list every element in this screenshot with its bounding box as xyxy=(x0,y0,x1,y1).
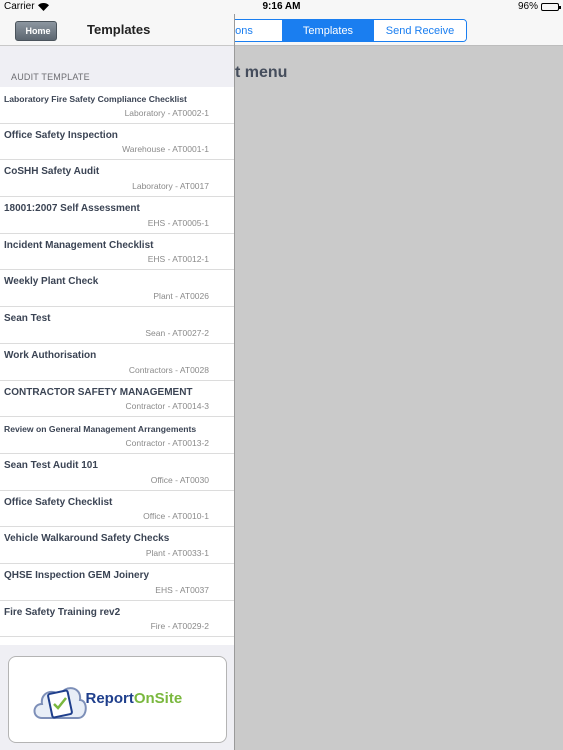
template-row[interactable]: Work Authorisation Contractors - AT0028 xyxy=(0,344,234,381)
template-title: Laboratory Fire Safety Compliance Checkl… xyxy=(4,94,187,104)
template-row[interactable]: Sean Test Sean - AT0027-2 xyxy=(0,307,234,344)
template-list: Laboratory Fire Safety Compliance Checkl… xyxy=(0,87,234,646)
template-row[interactable]: Sean Test Audit 101 Office - AT0030 xyxy=(0,454,234,491)
status-bar: Carrier 9:16 AM 96% xyxy=(0,0,563,14)
template-subtitle: EHS - AT0012-1 xyxy=(147,254,209,265)
status-right: 96% xyxy=(517,1,561,12)
logo-text: ReportOnSite xyxy=(86,690,183,707)
template-title: Sean Test xyxy=(4,313,51,325)
template-subtitle: Office - AT0010-1 xyxy=(143,511,209,522)
template-title: Work Authorisation xyxy=(4,349,97,361)
template-title: QHSE Inspection GEM Joinery xyxy=(4,569,150,581)
battery-percent: 96% xyxy=(517,1,538,12)
templates-panel: Home Templates AUDIT TEMPLATE Laboratory… xyxy=(0,14,235,750)
template-subtitle: EHS - AT0037 xyxy=(155,584,209,595)
template-row[interactable]: Office Safety Inspection Warehouse - AT00… xyxy=(0,124,234,161)
template-title: CONTRACTOR SAFETY MANAGEMENT xyxy=(4,386,193,398)
home-button[interactable]: Home xyxy=(15,21,57,41)
template-title: Weekly Plant Check xyxy=(4,276,99,288)
section-header: AUDIT TEMPLATE xyxy=(11,72,90,82)
template-subtitle: Sean - AT0027-2 xyxy=(145,327,209,338)
template-title: Vehicle Walkaround Safety Checks xyxy=(4,533,170,545)
list-item[interactable] xyxy=(0,637,234,645)
template-title: Sean Test Audit 101 xyxy=(4,459,98,471)
logo-text-onsite: OnSite xyxy=(133,689,183,707)
template-title: 18001:2007 Self Assessment xyxy=(4,203,140,215)
main-content: ons Templates Send Receive t menu xyxy=(205,14,563,750)
template-subtitle: Office - AT0030 xyxy=(150,474,209,485)
template-subtitle: EHS - AT0005-1 xyxy=(147,217,209,228)
template-subtitle: Warehouse - AT0001-1 xyxy=(122,144,209,155)
template-subtitle: Plant - AT0033-1 xyxy=(145,547,209,558)
template-subtitle: Contractor - AT0014-3 xyxy=(125,401,209,412)
main-toolbar: ons Templates Send Receive xyxy=(205,14,563,46)
template-title: Office Safety Checklist xyxy=(4,496,113,508)
template-row[interactable]: CoSHH Safety Audit Laboratory - AT0017 xyxy=(0,160,234,198)
template-subtitle: Contractor - AT0013-2 xyxy=(125,437,209,448)
template-subtitle: Contractors - AT0028 xyxy=(128,364,209,375)
template-row[interactable]: Laboratory Fire Safety Compliance Checkl… xyxy=(0,87,234,124)
logo-text-report: Report xyxy=(85,689,134,707)
page-title: Templates xyxy=(87,22,151,37)
segment-templates[interactable]: Templates xyxy=(283,20,374,41)
template-row[interactable]: Vehicle Walkaround Safety Checks Plant - … xyxy=(0,527,234,564)
template-row[interactable]: 18001:2007 Self Assessment EHS - AT0005-1 xyxy=(0,197,234,234)
template-title: Incident Management Checklist xyxy=(4,239,154,251)
reportonsite-logo: ReportOnSite xyxy=(33,670,198,730)
template-row[interactable]: CONTRACTOR SAFETY MANAGEMENT Contractor -… xyxy=(0,381,234,418)
clock: 9:16 AM xyxy=(262,1,301,12)
cloud-clipboard-icon xyxy=(33,686,87,719)
template-subtitle: Fire - AT0029-2 xyxy=(150,621,209,632)
template-subtitle: Laboratory - AT0017 xyxy=(132,181,209,192)
navigation-bar: Home Templates xyxy=(0,14,234,46)
segment-send-receive[interactable]: Send Receive xyxy=(374,20,466,41)
home-button-label: Home xyxy=(25,26,51,36)
template-title: CoSHH Safety Audit xyxy=(4,166,100,178)
template-row[interactable]: Review on General Management Arrangement… xyxy=(0,417,234,454)
battery-icon xyxy=(541,2,561,11)
template-subtitle: Laboratory - AT0002-1 xyxy=(124,107,209,118)
segmented-control: ons Templates Send Receive xyxy=(205,19,467,42)
template-title: Fire Safety Training rev2 xyxy=(4,606,121,618)
template-subtitle: Plant - AT0026 xyxy=(153,291,209,302)
template-title: Review on General Management Arrangement… xyxy=(4,424,197,435)
template-row[interactable]: Incident Management Checklist EHS - AT001… xyxy=(0,234,234,271)
template-row[interactable]: Office Safety Checklist Office - AT0010-1 xyxy=(0,491,234,528)
logo-card: ReportOnSite xyxy=(8,656,227,743)
template-title: Office Safety Inspection xyxy=(4,129,118,141)
template-row[interactable]: Fire Safety Training rev2 Fire - AT0029-2 xyxy=(0,601,234,638)
main-heading: t menu xyxy=(235,64,288,81)
template-row[interactable]: QHSE Inspection GEM Joinery EHS - AT0037 xyxy=(0,564,234,601)
template-row[interactable]: Weekly Plant Check Plant - AT0026 xyxy=(0,270,234,308)
